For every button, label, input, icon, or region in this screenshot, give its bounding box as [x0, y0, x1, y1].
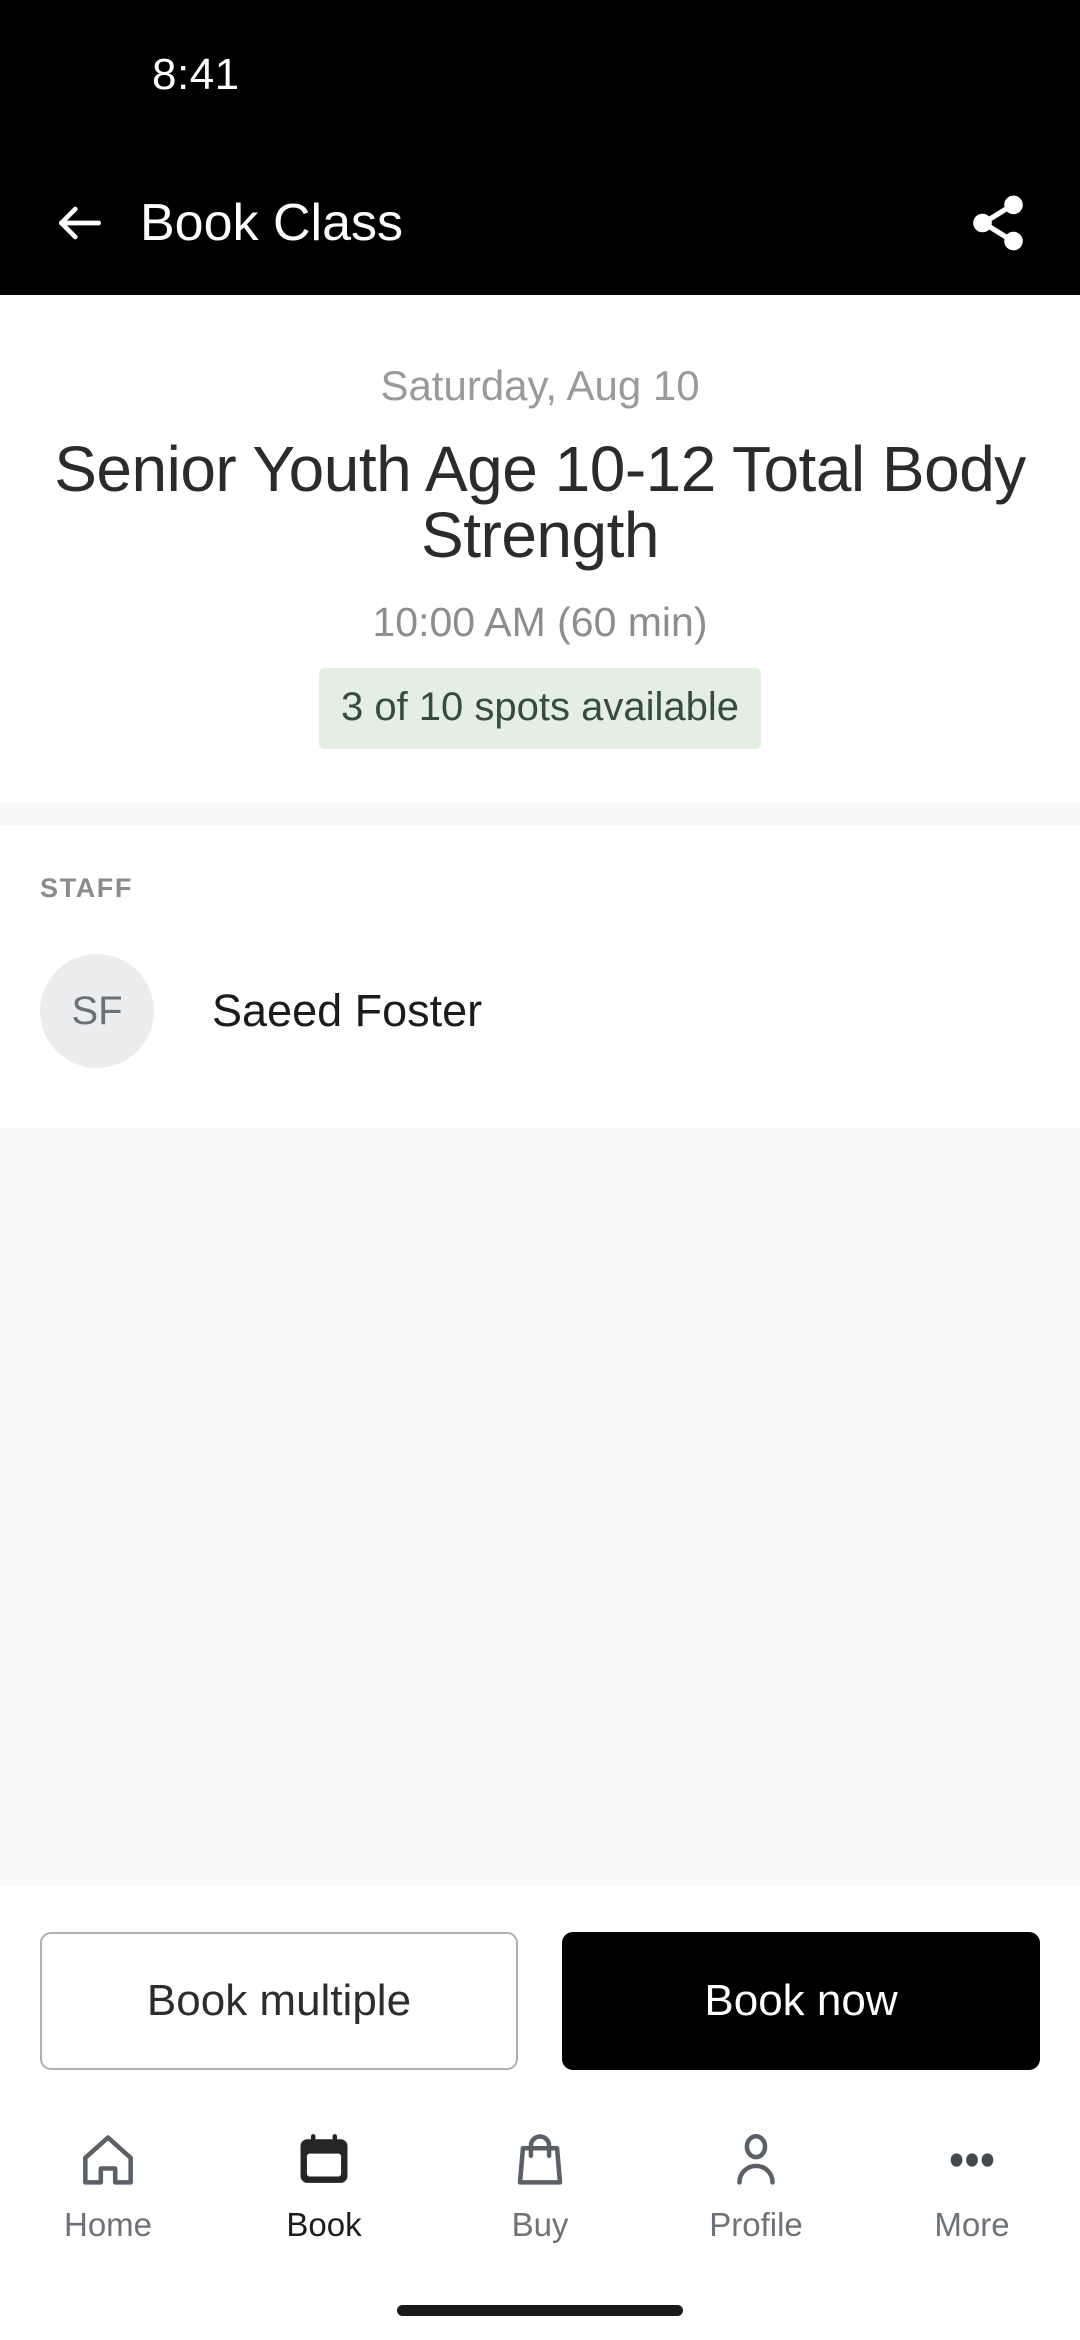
- class-title: Senior Youth Age 10-12 Total Body Streng…: [54, 433, 1026, 572]
- action-bar: Book multiple Book now: [0, 1886, 1080, 2110]
- nav-item-book[interactable]: Book: [216, 2124, 432, 2280]
- staff-section: STAFF SF Saeed Foster: [0, 825, 1080, 1129]
- home-indicator-area: [0, 2280, 1080, 2340]
- nav-label-buy: Buy: [511, 2206, 569, 2243]
- status-bar: 8:41: [0, 0, 1080, 150]
- home-icon: [83, 2135, 133, 2185]
- availability-badge-wrap: 3 of 10 spots available: [40, 668, 1040, 750]
- book-now-button[interactable]: Book now: [562, 1932, 1040, 2070]
- status-bar-clock: 8:41: [152, 50, 240, 99]
- staff-name: Saeed Foster: [212, 985, 483, 1037]
- nav-label-home: Home: [63, 2206, 153, 2243]
- staff-section-label: STAFF: [40, 873, 133, 904]
- avatar-initials: SF: [71, 988, 123, 1033]
- staff-list-item[interactable]: SF Saeed Foster: [40, 954, 1040, 1128]
- class-date: Saturday, Aug 10: [380, 362, 700, 409]
- spots-available-badge: 3 of 10 spots available: [318, 668, 762, 750]
- nav-label-book: Book: [286, 2206, 362, 2243]
- content-filler: [0, 1128, 1080, 1886]
- back-button[interactable]: [42, 185, 118, 261]
- book-multiple-button[interactable]: Book multiple: [40, 1932, 518, 2070]
- app-screen: 8:41 Book Class Saturday, Aug 10 Senior …: [0, 0, 1080, 2340]
- nav-label-more: More: [934, 2206, 1010, 2243]
- calendar-icon-wrap: [292, 2124, 356, 2196]
- ellipsis-icon: [950, 2153, 994, 2167]
- shopping-bag-icon-wrap: [508, 2124, 572, 2196]
- share-icon: [973, 195, 1023, 250]
- share-button[interactable]: [958, 183, 1038, 263]
- home-icon-wrap: [76, 2124, 140, 2196]
- avatar: SF: [40, 954, 154, 1069]
- calendar-icon: [300, 2134, 348, 2183]
- class-time-duration: 10:00 AM (60 min): [372, 599, 708, 646]
- nav-label-profile: Profile: [709, 2206, 803, 2243]
- nav-item-buy[interactable]: Buy: [432, 2124, 648, 2280]
- person-icon-wrap: [724, 2124, 788, 2196]
- app-bar: Book Class: [0, 150, 1080, 295]
- app-bar-title: Book Class: [140, 193, 403, 252]
- arrow-left-icon: [59, 206, 101, 239]
- ellipsis-icon-wrap: [940, 2124, 1004, 2196]
- nav-item-home[interactable]: Home: [0, 2124, 216, 2280]
- home-indicator[interactable]: [397, 2304, 683, 2316]
- shopping-bag-icon: [517, 2134, 563, 2185]
- person-icon: [737, 2133, 775, 2185]
- bottom-navigation: Home Book Buy Profile More: [0, 2110, 1080, 2280]
- nav-item-profile[interactable]: Profile: [648, 2124, 864, 2280]
- class-header: Saturday, Aug 10 Senior Youth Age 10-12 …: [0, 295, 1080, 804]
- nav-item-more[interactable]: More: [864, 2124, 1080, 2280]
- section-divider: [0, 803, 1080, 826]
